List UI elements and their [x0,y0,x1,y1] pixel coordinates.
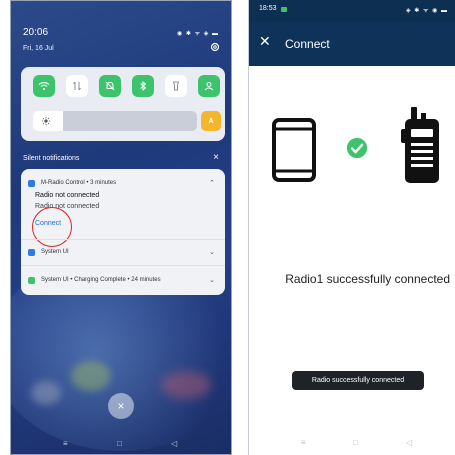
notification-charging[interactable]: System UI • Charging Complete • 24 minut… [21,266,225,295]
mobile-data-icon [73,81,81,91]
chevron-down-icon[interactable]: ⌄ [209,248,215,256]
connection-status-message: Radio1 successfully connected [285,272,450,286]
section-label: Silent notifications [23,155,80,162]
brightness-slider[interactable] [33,111,197,131]
notification-app-label: System UI • Charging Complete • 24 minut… [41,277,161,283]
page-indicator [119,103,127,116]
wifi-tile[interactable] [33,75,55,97]
mobile-data-tile[interactable] [66,75,88,97]
sun-icon [41,116,51,126]
chevron-up-icon[interactable]: ⌃ [209,179,215,187]
flashlight-icon [172,81,180,91]
toast-message: Radio successfully connected [292,371,424,390]
clock: 18:53 [259,5,277,12]
check-circle-icon [346,137,368,159]
quick-settings-panel: A [21,67,225,141]
clear-notifications-button[interactable]: × [213,152,219,163]
bluetooth-icon [140,80,147,92]
back-button[interactable]: ◁ [406,438,412,447]
flashlight-tile[interactable] [165,75,187,97]
brightness-track [63,111,197,131]
status-icons: ◈ ✱ ᯤ ◉ ▬ [405,8,448,14]
notification-title: Radio not connected [35,192,100,199]
app-icon [28,249,35,256]
recents-button[interactable]: ≡ [301,438,306,447]
notification-dot-icon [281,7,287,12]
app-icon [28,277,35,284]
notification-card: M-Radio Control • 3 minutes ⌃ Radio not … [21,169,225,295]
chevron-down-icon[interactable]: ⌄ [209,276,215,284]
date: Fri, 16 Jul [23,45,54,52]
screenshot-canvas: 20:06 Fri, 16 Jul ◉ ✱ ᯤ ◈ ▬ A Silent not… [0,0,455,455]
app-bar: ✕ Connect [249,22,455,66]
back-button[interactable]: ◁ [171,439,177,448]
bell-icon [105,81,115,91]
silent-mode-tile[interactable] [99,75,121,97]
connect-screen: 18:53 ◈ ✱ ᯤ ◉ ▬ ✕ Connect Radio1 success… [248,0,455,455]
clock: 20:06 [23,27,49,38]
notification-shade-screen: 20:06 Fri, 16 Jul ◉ ✱ ᯤ ◈ ▬ A Silent not… [10,0,232,455]
notification-app-label: System UI [41,249,69,255]
notification-system-ui[interactable]: System UI ⌄ [21,240,225,264]
close-button[interactable]: ✕ [259,34,271,48]
user-tile[interactable] [198,75,220,97]
navigation-bar: ≡ □ ◁ [249,434,455,454]
navigation-bar: ≡ □ ◁ [11,435,231,454]
dismiss-all-button[interactable]: × [108,393,134,419]
page-title: Connect [285,37,330,51]
person-icon [204,82,214,91]
walkie-talkie-icon [401,107,439,183]
home-button[interactable]: □ [117,439,122,448]
gear-icon[interactable] [209,41,221,53]
home-button[interactable]: □ [353,438,358,447]
auto-brightness-button[interactable]: A [201,111,221,131]
notification-m-radio[interactable]: M-Radio Control • 3 minutes ⌃ Radio not … [21,169,225,247]
status-icons: ◉ ✱ ᯤ ◈ ▬ [176,31,219,37]
app-icon [28,180,35,187]
notification-app-label: M-Radio Control • 3 minutes [41,180,117,186]
smartphone-icon [272,118,316,182]
status-bar: 18:53 ◈ ✱ ᯤ ◉ ▬ [249,0,455,22]
bluetooth-tile[interactable] [132,75,154,97]
wifi-icon [38,81,50,90]
recents-button[interactable]: ≡ [63,439,68,448]
